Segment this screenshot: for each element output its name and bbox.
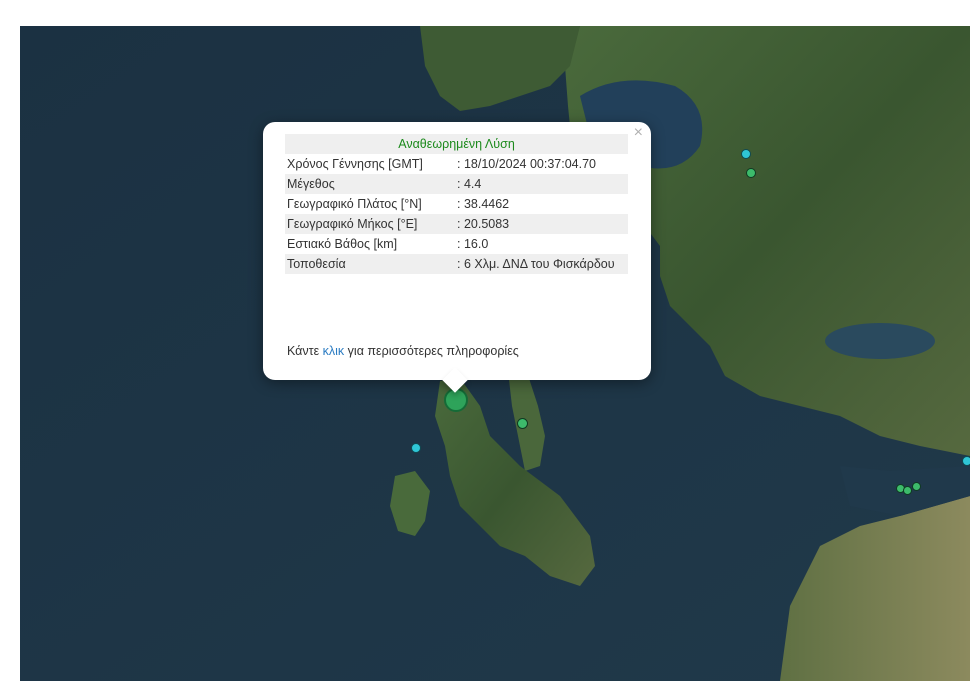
detail-value: : 6 Χλμ. ΔΝΔ του Φισκάρδου <box>455 254 628 274</box>
earthquake-info-popup: × Αναθεωρημένη Λύση Χρόνος Γέννησης [GMT… <box>263 122 651 393</box>
detail-value: : 18/10/2024 00:37:04.70 <box>457 157 597 171</box>
popup-title: Αναθεωρημένη Λύση <box>285 134 628 154</box>
detail-label: Γεωγραφικό Μήκος [°E] <box>285 214 455 234</box>
earthquake-marker[interactable] <box>741 149 751 159</box>
earthquake-marker[interactable] <box>903 486 912 495</box>
earthquake-details-table: Αναθεωρημένη Λύση Χρόνος Γέννησης [GMT] … <box>285 134 628 274</box>
detail-label: Γεωγραφικό Πλάτος [°N] <box>287 197 422 211</box>
detail-value: : 20.5083 <box>455 214 628 234</box>
close-icon[interactable]: × <box>634 125 643 141</box>
map-view[interactable]: × Αναθεωρημένη Λύση Χρόνος Γέννησης [GMT… <box>20 26 970 681</box>
more-info-text: Κάντε κλικ για περισσότερες πληροφορίες <box>287 344 519 358</box>
more-info-suffix: για περισσότερες πληροφορίες <box>344 344 519 358</box>
earthquake-marker[interactable] <box>746 168 756 178</box>
detail-value: : 38.4462 <box>457 197 510 211</box>
earthquake-marker[interactable] <box>411 443 421 453</box>
detail-value: : 4.4 <box>455 174 628 194</box>
earthquake-marker[interactable] <box>962 456 970 466</box>
more-info-link[interactable]: κλικ <box>323 344 345 358</box>
detail-label: Τοποθεσία <box>285 254 455 274</box>
detail-label: Εστιακό Βάθος [km] <box>287 237 398 251</box>
detail-label: Μέγεθος <box>285 174 455 194</box>
earthquake-marker[interactable] <box>517 418 528 429</box>
detail-label: Χρόνος Γέννησης [GMT] <box>287 157 423 171</box>
earthquake-marker[interactable] <box>912 482 921 491</box>
more-info-prefix: Κάντε <box>287 344 323 358</box>
detail-value: : 16.0 <box>457 237 489 251</box>
